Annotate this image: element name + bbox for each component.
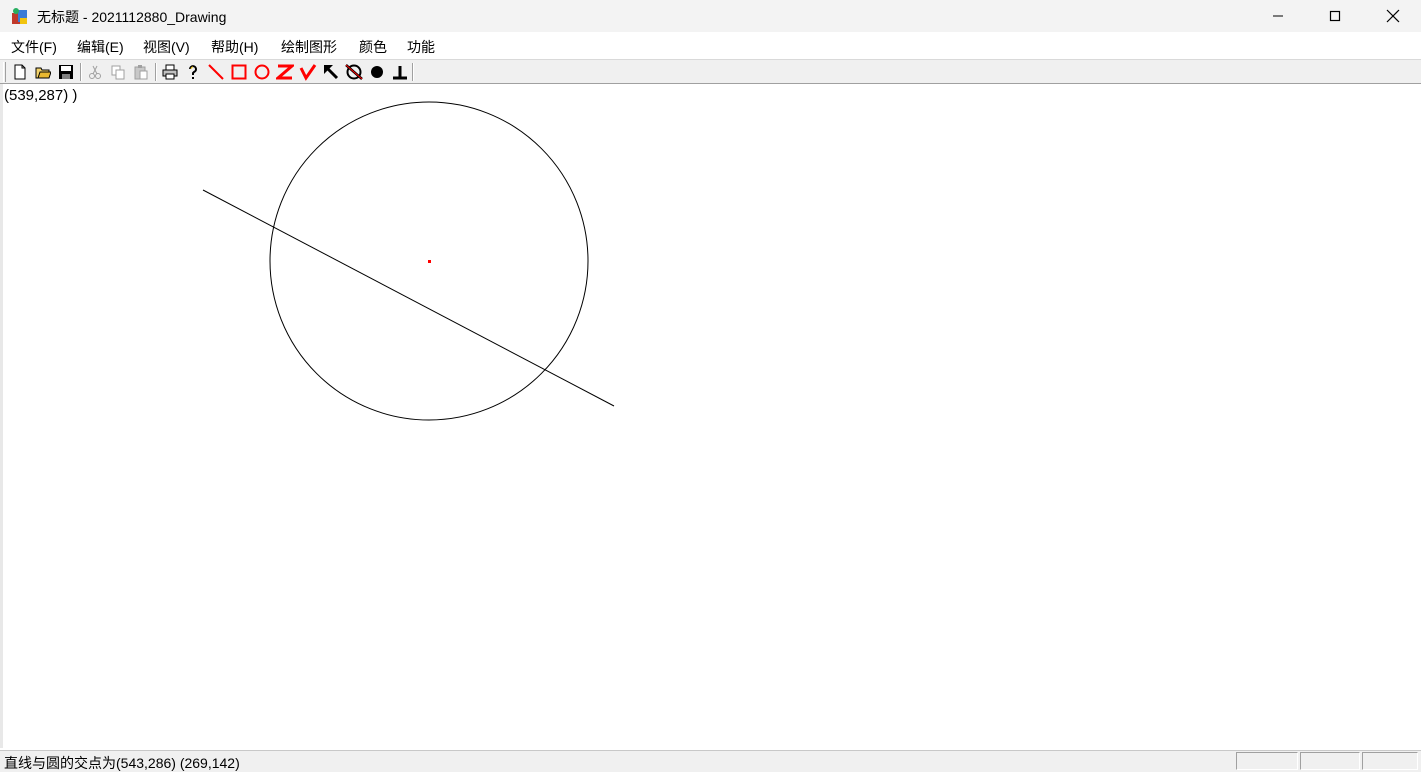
menu-file[interactable]: 文件(F) (11, 37, 57, 57)
menu-edit[interactable]: 编辑(E) (77, 37, 124, 57)
status-text: 直线与圆的交点为(543,286) (269,142) (4, 755, 240, 771)
close-icon (1386, 9, 1400, 23)
save-button[interactable] (55, 61, 77, 83)
minimize-icon (1273, 15, 1283, 17)
cut-icon (89, 65, 101, 79)
new-file-button[interactable] (9, 61, 31, 83)
help-button[interactable] (182, 61, 204, 83)
app-icon[interactable] (10, 6, 30, 26)
menu-functions[interactable]: 功能 (407, 37, 435, 57)
maximize-button[interactable] (1306, 0, 1364, 32)
menu-help[interactable]: 帮助(H) (211, 37, 258, 57)
open-button[interactable] (32, 61, 54, 83)
draw-rectangle-icon (231, 64, 247, 80)
cursor-coordinate-readout: (539,287) ) (4, 87, 78, 104)
menu-view[interactable]: 视图(V) (143, 37, 190, 57)
dot-tool-button[interactable] (366, 61, 388, 83)
toolbar-separator (412, 63, 414, 81)
help-icon (189, 65, 197, 79)
toolbar-grip[interactable] (3, 62, 6, 82)
draw-circle-icon (254, 64, 270, 80)
print-icon (162, 64, 178, 80)
paste-button[interactable] (130, 61, 152, 83)
perpendicular-tool-button[interactable] (389, 61, 411, 83)
maximize-icon (1329, 10, 1341, 22)
toolbar-separator (80, 63, 82, 81)
title-bar: 无标题 - 2021112880_Drawing (0, 0, 1421, 32)
circle-tool-button[interactable] (251, 61, 273, 83)
line-circle-intersect-icon (345, 64, 363, 80)
status-pane-2 (1300, 752, 1360, 770)
draw-zigzag-icon (276, 64, 294, 80)
copy-icon (111, 65, 125, 80)
arrow-icon (323, 64, 339, 80)
status-pane-3 (1362, 752, 1418, 770)
line-tool-button[interactable] (205, 61, 227, 83)
window-title: 无标题 - 2021112880_Drawing (37, 9, 227, 25)
rectangle-tool-button[interactable] (228, 61, 250, 83)
draw-check-icon (299, 64, 317, 81)
close-button[interactable] (1364, 0, 1421, 32)
new-file-icon (14, 64, 26, 80)
open-folder-icon (35, 67, 51, 79)
intersect-tool-button[interactable] (343, 61, 365, 83)
toolbar-separator (155, 63, 157, 81)
menu-color[interactable]: 颜色 (359, 37, 387, 57)
filled-dot-icon (371, 66, 383, 78)
menu-draw-shapes[interactable]: 绘制图形 (281, 37, 337, 57)
print-button[interactable] (159, 61, 181, 83)
zigzag-tool-button[interactable] (274, 61, 296, 83)
perpendicular-icon (393, 66, 407, 80)
toolbar (0, 59, 1421, 84)
copy-button[interactable] (107, 61, 129, 83)
draw-line-icon (208, 64, 224, 80)
minimize-button[interactable] (1249, 0, 1307, 32)
arrow-tool-button[interactable] (320, 61, 342, 83)
cut-button[interactable] (84, 61, 106, 83)
drawing-canvas[interactable] (0, 84, 1421, 748)
save-icon (59, 65, 73, 79)
paste-icon (134, 65, 148, 80)
check-tool-button[interactable] (297, 61, 319, 83)
status-pane-1 (1236, 752, 1298, 770)
